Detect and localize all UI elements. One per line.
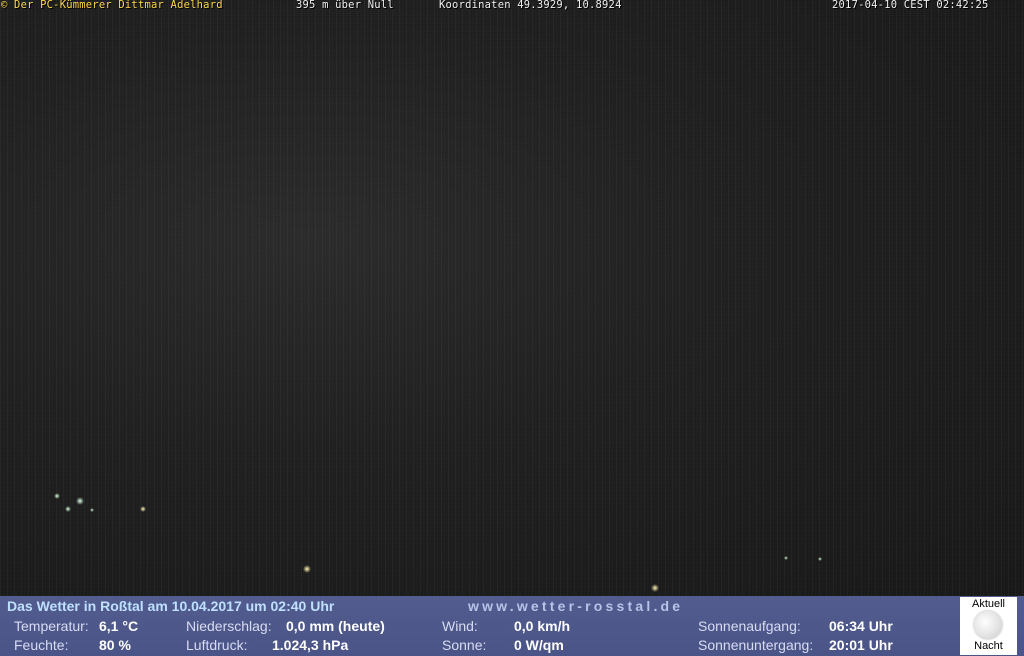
night-scene-lights — [54, 493, 822, 592]
coordinates-text: Koordinaten 49.3929, 10.8924 — [439, 0, 622, 11]
altitude-text: 395 m über Null — [296, 0, 394, 11]
camera-info-bar: © Der PC-Kümmerer Dittmar Adelhard 395 m… — [0, 0, 1024, 12]
wind-value: 0,0 km/h — [514, 618, 571, 634]
light-dot — [140, 506, 146, 512]
website-link[interactable]: www.wetter-rosstal.de — [468, 598, 683, 614]
temperature-label: Temperatur: — [14, 618, 89, 634]
sun-value: 0 W/qm — [514, 637, 564, 653]
light-dot — [784, 556, 788, 560]
pressure-label: Luftdruck: — [186, 637, 248, 653]
sun-label: Sonne: — [442, 637, 487, 653]
precip-value: 0,0 mm (heute) — [286, 618, 385, 634]
sunset-value: 20:01 Uhr — [829, 637, 893, 653]
sunset-label: Sonnenuntergang: — [698, 637, 814, 653]
humidity-value: 80 % — [99, 637, 131, 653]
credit-text: © Der PC-Kümmerer Dittmar Adelhard — [1, 0, 223, 11]
moon-top-label: Aktuell — [971, 598, 1006, 610]
light-dot — [54, 493, 60, 499]
light-dot — [303, 565, 311, 573]
sunrise-label: Sonnenaufgang: — [698, 618, 801, 634]
humidity-label: Feuchte: — [14, 637, 69, 653]
moon-phase-box: Aktuell Nacht — [960, 597, 1017, 655]
temperature-value: 6,1 °C — [99, 618, 139, 634]
moon-bottom-label: Nacht — [974, 640, 1003, 652]
weather-headline: Das Wetter in Roßtal am 10.04.2017 um 02… — [7, 598, 335, 614]
light-dot — [76, 497, 84, 505]
wind-label: Wind: — [442, 618, 478, 634]
moon-icon — [974, 611, 1002, 639]
light-dot — [818, 557, 822, 561]
timestamp-text: 2017-04-10 CEST 02:42:25 — [832, 0, 989, 11]
light-dot — [651, 584, 659, 592]
precip-label: Niederschlag: — [186, 618, 272, 634]
pressure-value: 1.024,3 hPa — [272, 637, 349, 653]
webcam-image: © Der PC-Kümmerer Dittmar Adelhard 395 m… — [0, 0, 1024, 596]
light-dot — [65, 506, 71, 512]
light-dot — [90, 508, 94, 512]
weather-panel: Das Wetter in Roßtal am 10.04.2017 um 02… — [0, 596, 1024, 656]
sunrise-value: 06:34 Uhr — [829, 618, 893, 634]
